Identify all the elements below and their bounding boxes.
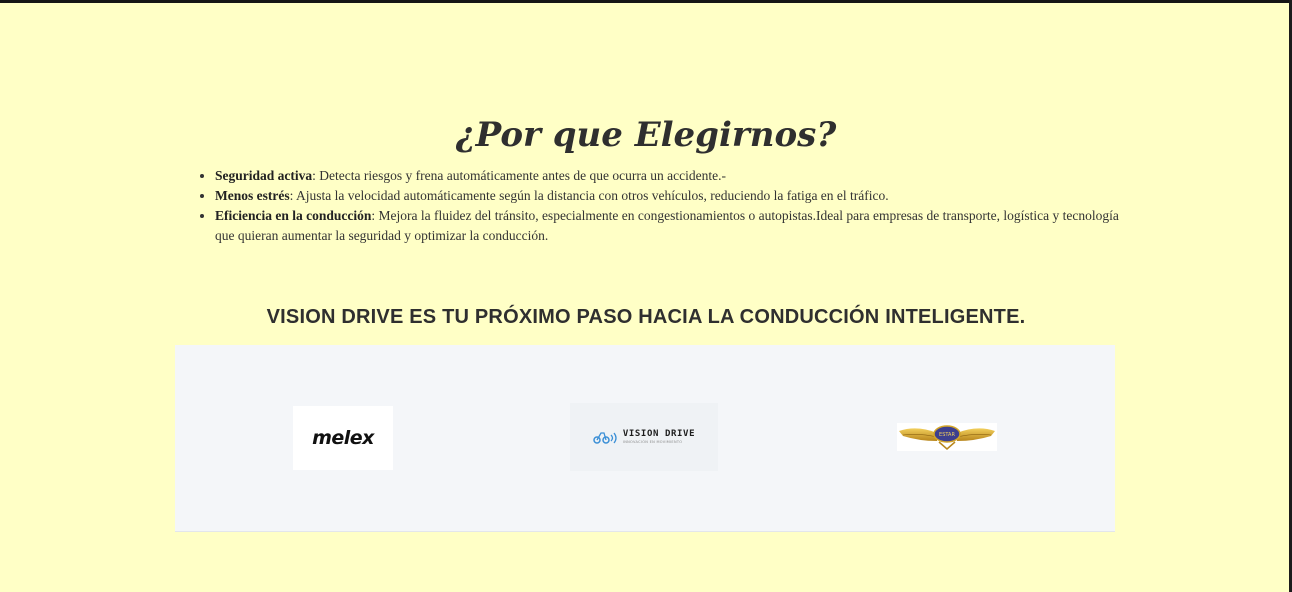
car-signal-icon	[593, 432, 617, 444]
vision-drive-wordmark: VISION DRIVE	[622, 428, 696, 439]
feature-text: : Ajusta la velocidad automáticamente se…	[289, 188, 889, 203]
feature-text: : Detecta riesgos y frena automáticament…	[312, 168, 726, 183]
feature-item-efficiency: Eficiencia en la conducción: Mejora la f…	[215, 206, 1135, 246]
window-top-border	[0, 0, 1292, 3]
melex-wordmark: melex	[312, 427, 374, 449]
feature-term: Seguridad activa	[215, 168, 313, 183]
section-title: ¿Por que Elegirnos?	[455, 115, 837, 155]
tagline-heading: VISION DRIVE ES TU PRÓXIMO PASO HACIA LA…	[266, 306, 1026, 328]
winged-badge-icon: ESTAR	[899, 425, 995, 450]
feature-item-stress: Menos estrés: Ajusta la velocidad automá…	[215, 186, 1135, 206]
vision-drive-subtitle: INNOVACIÓN EN MOVIMIENTO	[622, 439, 683, 444]
melex-logo[interactable]: melex	[293, 406, 393, 470]
winged-badge-logo[interactable]: ESTAR	[897, 423, 997, 451]
feature-term: Menos estrés	[215, 188, 290, 203]
feature-item-safety: Seguridad activa: Detecta riesgos y fren…	[215, 166, 1135, 186]
badge-label: ESTAR	[939, 432, 955, 438]
vision-drive-logo[interactable]: VISION DRIVE INNOVACIÓN EN MOVIMIENTO	[570, 403, 718, 471]
features-list: Seguridad activa: Detecta riesgos y fren…	[195, 166, 1135, 246]
partner-logo-strip: melex VISION DRIVE INNOVACIÓN EN MOVIMIE…	[175, 345, 1115, 532]
feature-term: Eficiencia en la conducción	[215, 208, 372, 223]
